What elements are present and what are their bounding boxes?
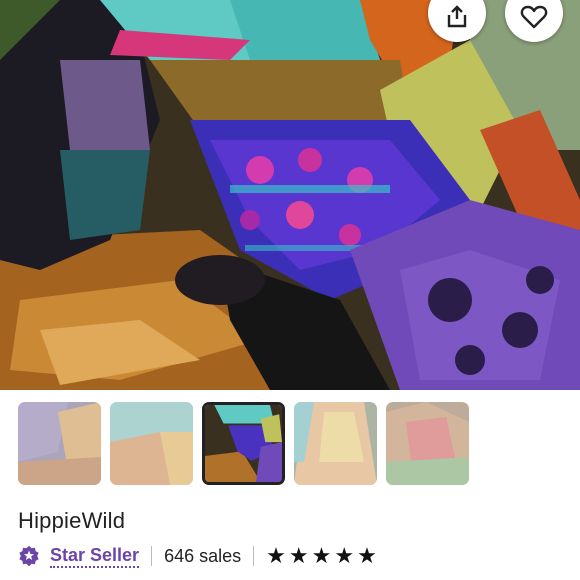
star-icon: ★ (357, 543, 377, 568)
star-icon: ★ (288, 543, 309, 568)
thumbnail-2[interactable] (110, 402, 193, 485)
share-icon (444, 4, 470, 30)
thumbnail-4[interactable] (294, 402, 377, 485)
thumbnail-1[interactable] (18, 402, 101, 485)
star-icon: ★ (334, 543, 355, 568)
sales-count: 646 sales (164, 545, 242, 566)
star-icon: ★ (311, 543, 332, 568)
star-seller-badge-icon (18, 545, 40, 567)
thumbnail-3[interactable] (202, 402, 285, 485)
star-seller-link[interactable]: Star Seller (50, 545, 140, 568)
divider (151, 546, 153, 566)
listing-hero-image[interactable] (0, 0, 580, 390)
star-icon: ★ (266, 543, 286, 568)
shop-meta-row: Star Seller 646 sales ★ ★ ★ ★ ★ (18, 543, 377, 569)
divider (253, 546, 255, 566)
heart-icon (520, 4, 548, 30)
thumbnail-5[interactable] (386, 402, 469, 485)
rating-stars[interactable]: ★ ★ ★ ★ ★ (266, 545, 377, 567)
shop-name-link[interactable]: HippieWild (18, 508, 125, 534)
